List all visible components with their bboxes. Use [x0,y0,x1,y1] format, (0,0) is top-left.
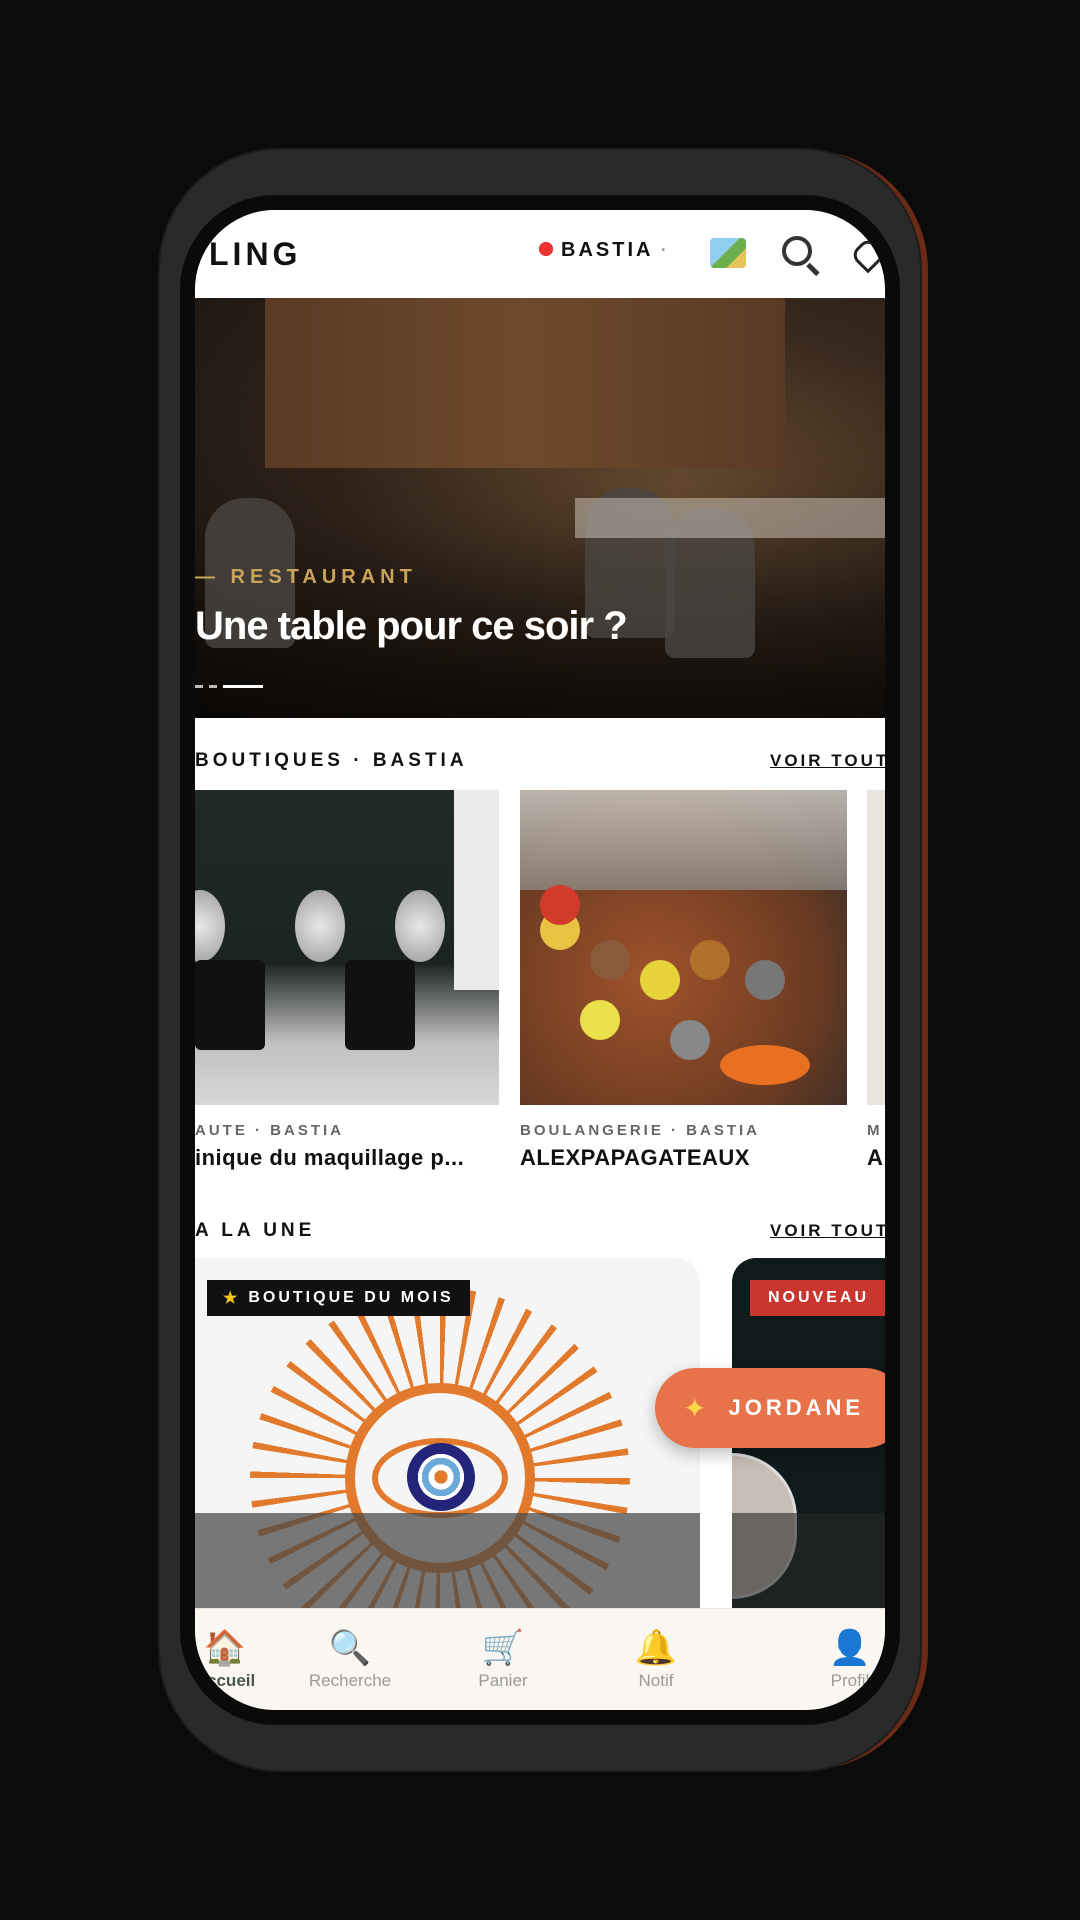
location-label: BASTIA [561,239,654,261]
carousel-indicator[interactable] [195,685,263,688]
image-detail [195,890,225,962]
pin-icon [539,241,553,256]
shop-category: M [867,1122,883,1139]
bottom-nav: 🏠 Accueil 🔍 Recherche 🛒 Panier 🔔 Notif 👤… [195,1608,885,1710]
nav-label: Recherche [308,1671,392,1690]
image-detail [590,940,630,980]
nav-item-cart[interactable]: 🛒 Panier [443,1627,563,1691]
hero-image-wall [265,298,785,468]
shop-card-image[interactable] [867,790,885,1105]
shop-of-month-label: BOUTIQUE DU MOIS [248,1289,454,1306]
shop-of-month-badge: ★ BOUTIQUE DU MOIS [207,1280,470,1316]
shop-category: AUTE · BASTIA [195,1122,344,1139]
hero-banner[interactable]: — RESTAURANT Une table pour ce soir ? [195,298,885,718]
image-detail [745,960,785,1000]
search-icon[interactable] [782,236,812,266]
user-icon: 👤 [828,1629,872,1667]
image-detail [670,1020,710,1060]
image-detail [295,890,345,962]
star-icon: ★ [223,1290,241,1307]
hero-image-table [575,498,885,538]
nav-item-search[interactable]: 🔍 Recherche [290,1627,410,1691]
nav-label: Notif [638,1671,674,1690]
shop-name[interactable]: A [867,1145,883,1171]
location-selector[interactable]: BASTIA • [539,239,668,262]
carousel-dot[interactable] [195,685,203,688]
cart-icon: 🛒 [481,1629,525,1667]
card-overlay [732,1513,885,1608]
image-detail [195,960,265,1050]
new-badge: NOUVEAU [750,1280,885,1316]
image-detail [540,885,580,925]
bell-icon: 🔔 [634,1629,678,1667]
nav-item-home[interactable]: 🏠 Accueil [195,1627,285,1691]
shop-name[interactable]: inique du maquillage p... [195,1145,464,1171]
nav-label: Panier [478,1671,528,1690]
nav-item-profile[interactable]: 👤 Profil [790,1627,885,1691]
shops-see-all-link[interactable]: VOIR TOUT [770,751,885,771]
shop-name[interactable]: ALEXPAPAGATEAUX [520,1145,750,1171]
image-detail [520,790,847,890]
app-logo[interactable]: LING [209,236,301,273]
shop-card-image[interactable] [520,790,847,1105]
sparkles-icon: ✦ [683,1392,707,1424]
eye-iris [407,1443,475,1511]
image-detail [454,790,499,990]
card-overlay [195,1513,700,1608]
heart-icon[interactable] [849,236,885,274]
assistant-fab-button[interactable]: ✦ JORDANE [655,1368,885,1448]
image-detail [690,940,730,980]
nav-label: Accueil [195,1671,256,1690]
image-detail [395,890,445,962]
hero-kicker: — RESTAURANT [195,566,417,588]
image-detail [345,960,415,1050]
shops-section-title: BOUTIQUES · BASTIA [195,750,468,771]
app-header: LING BASTIA • [195,210,885,298]
image-detail [580,1000,620,1040]
app-screen: LING BASTIA • — RESTAURANT Une table pou… [195,210,885,1710]
search-icon: 🔍 [328,1629,372,1667]
featured-section-title: A LA UNE [195,1220,316,1241]
carousel-dot-active[interactable] [223,685,263,688]
image-detail [640,960,680,1000]
shop-card-image[interactable] [195,790,499,1105]
map-icon[interactable] [710,238,746,268]
assistant-label: JORDANE [728,1395,865,1420]
image-detail [720,1045,810,1085]
shop-category: BOULANGERIE · BASTIA [520,1122,760,1139]
nav-item-notifications[interactable]: 🔔 Notif [596,1627,716,1691]
house-icon: 🏠 [203,1629,247,1667]
nav-label: Profil [830,1671,870,1690]
location-chevron-icon: • [661,245,668,256]
hero-title: Une table pour ce soir ? [195,604,628,648]
carousel-dot[interactable] [209,685,217,688]
featured-see-all-link[interactable]: VOIR TOUT [770,1221,885,1241]
